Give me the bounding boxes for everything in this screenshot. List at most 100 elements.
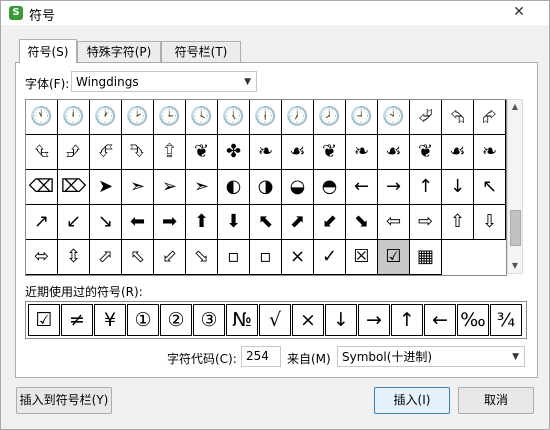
- tab-special-chars[interactable]: 特殊字符(P): [77, 41, 161, 62]
- symbol-cell[interactable]: ☙: [442, 135, 474, 170]
- recent-symbol-cell[interactable]: ←: [424, 304, 456, 336]
- symbol-cell[interactable]: ▫: [218, 240, 250, 275]
- symbol-cell[interactable]: 🕓: [186, 100, 218, 135]
- cancel-button[interactable]: 取消: [458, 387, 534, 414]
- recent-symbol-cell[interactable]: →: [358, 304, 390, 336]
- tab-symbol-bar[interactable]: 符号栏(T): [161, 41, 241, 62]
- symbol-cell[interactable]: ✓: [314, 240, 346, 275]
- symbol-cell[interactable]: ⇧: [442, 205, 474, 240]
- symbol-cell[interactable]: 🕑: [122, 100, 154, 135]
- symbol-cell[interactable]: ❦: [410, 135, 442, 170]
- symbol-cell[interactable]: 🕘: [346, 100, 378, 135]
- symbol-cell[interactable]: ☒: [346, 240, 378, 275]
- symbol-cell[interactable]: ⬆: [186, 205, 218, 240]
- symbol-cell[interactable]: ⬄: [26, 240, 58, 275]
- char-code-input[interactable]: 254: [241, 346, 281, 367]
- symbol-cell[interactable]: ↑: [410, 170, 442, 205]
- symbol-cell[interactable]: ❧: [474, 135, 506, 170]
- symbol-cell[interactable]: ➤: [90, 170, 122, 205]
- symbol-cell[interactable]: ⮲: [442, 100, 474, 135]
- symbol-cell[interactable]: ☑: [378, 240, 410, 275]
- symbol-cell[interactable]: ◑: [250, 170, 282, 205]
- symbol-scrollbar[interactable]: ▲ ▼: [507, 99, 523, 274]
- font-select[interactable]: Wingdings ▼: [71, 71, 257, 92]
- symbol-cell[interactable]: 🕐: [90, 100, 122, 135]
- symbol-cell[interactable]: ❧: [346, 135, 378, 170]
- symbol-cell[interactable]: ⬂: [186, 240, 218, 275]
- symbol-cell[interactable]: ↗: [26, 205, 58, 240]
- recent-symbol-cell[interactable]: ↑: [391, 304, 423, 336]
- recent-symbol-cell[interactable]: ↓: [325, 304, 357, 336]
- recent-symbol-cell[interactable]: ①: [127, 304, 159, 336]
- symbol-cell[interactable]: ➣: [122, 170, 154, 205]
- symbol-cell[interactable]: ❧: [250, 135, 282, 170]
- symbol-cell[interactable]: ←: [346, 170, 378, 205]
- recent-symbol-cell[interactable]: ‰: [457, 304, 489, 336]
- symbol-cell[interactable]: ×: [282, 240, 314, 275]
- symbol-cell[interactable]: ↖: [474, 170, 506, 205]
- symbol-cell[interactable]: ❦: [186, 135, 218, 170]
- symbol-cell[interactable]: ⬇: [218, 205, 250, 240]
- scroll-up-icon[interactable]: ▲: [508, 100, 522, 114]
- symbol-cell[interactable]: 🕔: [218, 100, 250, 135]
- symbol-cell[interactable]: ⮶: [90, 135, 122, 170]
- from-select[interactable]: Symbol(十进制) ▼: [337, 346, 525, 367]
- scroll-down-icon[interactable]: ▼: [508, 259, 522, 273]
- symbol-cell[interactable]: ⇩: [474, 205, 506, 240]
- symbol-cell[interactable]: 🕒: [154, 100, 186, 135]
- symbol-cell[interactable]: ➣: [186, 170, 218, 205]
- symbol-cell[interactable]: ⮸: [154, 135, 186, 170]
- symbol-cell[interactable]: ⇨: [410, 205, 442, 240]
- symbol-cell[interactable]: →: [378, 170, 410, 205]
- symbol-cell[interactable]: 🕗: [314, 100, 346, 135]
- symbol-cell[interactable]: 🕚: [26, 100, 58, 135]
- symbol-cell[interactable]: ◐: [218, 170, 250, 205]
- recent-symbol-cell[interactable]: ×: [292, 304, 324, 336]
- symbol-cell[interactable]: ⬅: [122, 205, 154, 240]
- symbol-cell[interactable]: ⮵: [58, 135, 90, 170]
- insert-button[interactable]: 插入(I): [374, 387, 450, 414]
- symbol-cell[interactable]: ◒: [282, 170, 314, 205]
- symbol-cell[interactable]: ↘: [90, 205, 122, 240]
- insert-to-bar-button[interactable]: 插入到符号栏(Y): [16, 387, 112, 414]
- symbol-cell[interactable]: 🕛: [58, 100, 90, 135]
- symbol-cell[interactable]: ⌫: [26, 170, 58, 205]
- symbol-cell[interactable]: ◓: [314, 170, 346, 205]
- symbol-cell[interactable]: ⮳: [474, 100, 506, 135]
- recent-symbol-cell[interactable]: ③: [193, 304, 225, 336]
- tab-symbols[interactable]: 符号(S): [19, 39, 77, 63]
- symbol-cell[interactable]: ⬁: [122, 240, 154, 275]
- symbol-cell[interactable]: ⮷: [122, 135, 154, 170]
- symbol-cell[interactable]: ⬊: [346, 205, 378, 240]
- symbol-cell[interactable]: ➢: [154, 170, 186, 205]
- symbol-cell[interactable]: ↙: [58, 205, 90, 240]
- symbol-cell[interactable]: 🕖: [282, 100, 314, 135]
- symbol-cell[interactable]: ⮴: [26, 135, 58, 170]
- symbol-cell[interactable]: ☙: [282, 135, 314, 170]
- symbol-cell[interactable]: ⬋: [314, 205, 346, 240]
- symbol-cell[interactable]: ▫: [250, 240, 282, 275]
- symbol-cell[interactable]: ✤: [218, 135, 250, 170]
- scroll-thumb[interactable]: [510, 210, 521, 246]
- recent-symbol-cell[interactable]: ¾: [490, 304, 522, 336]
- symbol-cell[interactable]: ❦: [314, 135, 346, 170]
- symbol-cell[interactable]: ⬃: [154, 240, 186, 275]
- symbol-cell[interactable]: ⬉: [250, 205, 282, 240]
- symbol-cell[interactable]: ⬈: [282, 205, 314, 240]
- recent-symbol-cell[interactable]: ②: [160, 304, 192, 336]
- symbol-cell[interactable]: ☙: [378, 135, 410, 170]
- close-button[interactable]: ✕: [493, 1, 545, 23]
- symbol-cell[interactable]: ⇳: [58, 240, 90, 275]
- recent-symbol-cell[interactable]: ¥: [94, 304, 126, 336]
- recent-symbol-cell[interactable]: √: [259, 304, 291, 336]
- symbol-cell[interactable]: ▦: [410, 240, 442, 275]
- symbol-cell[interactable]: ➡: [154, 205, 186, 240]
- recent-symbol-cell[interactable]: №: [226, 304, 258, 336]
- symbol-cell[interactable]: ⇦: [378, 205, 410, 240]
- symbol-cell[interactable]: ⮰: [410, 100, 442, 135]
- recent-symbol-cell[interactable]: ☑: [28, 304, 60, 336]
- symbol-cell[interactable]: ↓: [442, 170, 474, 205]
- symbol-cell[interactable]: ⬀: [90, 240, 122, 275]
- symbol-cell[interactable]: 🕙: [378, 100, 410, 135]
- recent-symbol-cell[interactable]: ≠: [61, 304, 93, 336]
